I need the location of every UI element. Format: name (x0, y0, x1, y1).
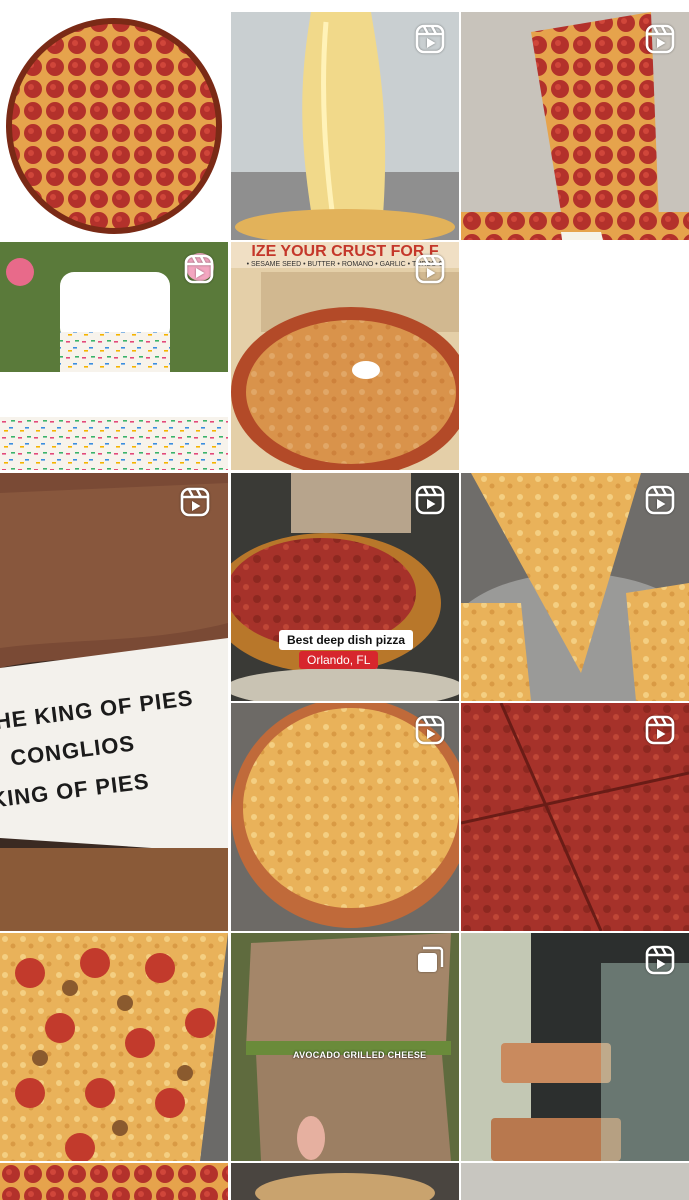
pepperoni-pizza-image (6, 18, 222, 234)
grilled-cheese-caption: AVOCADO GRILLED CHEESE (293, 1050, 427, 1060)
reels-icon (415, 24, 445, 54)
post-pizza-ranch[interactable] (461, 12, 689, 240)
reels-icon (180, 487, 210, 517)
deep-dish-location: Orlando, FL (299, 651, 379, 669)
reels-icon (184, 254, 214, 284)
post-cheese-pizza[interactable] (231, 703, 459, 931)
reels-icon (645, 715, 675, 745)
post-grilled-cheese[interactable]: AVOCADO GRILLED CHEESE (231, 933, 459, 1161)
post-partial-1[interactable] (0, 1163, 228, 1200)
post-sauce-pizza[interactable] (461, 703, 689, 931)
deep-dish-title: Best deep dish pizza (279, 630, 414, 650)
post-deep-dish[interactable]: Best deep dish pizza Orlando, FL (231, 473, 459, 701)
reels-icon (645, 24, 675, 54)
partial-image-3 (461, 1163, 689, 1200)
post-cheese-pull[interactable] (231, 12, 459, 240)
pepperoni-sausage-image (0, 933, 228, 1161)
reels-icon (645, 485, 675, 515)
post-pizza-box[interactable]: IZE YOUR CRUST FOR F • SESAME SEED • BUT… (231, 242, 459, 470)
post-partial-3[interactable] (461, 1163, 689, 1200)
partial-image-2 (231, 1163, 459, 1200)
reels-icon (415, 715, 445, 745)
post-pepperoni-pizza[interactable] (0, 12, 228, 240)
post-pepperoni-sausage[interactable] (0, 933, 228, 1161)
post-partial-2[interactable] (231, 1163, 459, 1200)
post-conglios-crust[interactable]: THE KING OF PIES CONGLIOS KING OF PIES (0, 473, 228, 931)
partial-image-1 (0, 1163, 228, 1200)
post-funfetti-bars[interactable] (0, 242, 228, 470)
profile-post-grid: IZE YOUR CRUST FOR F • SESAME SEED • BUT… (0, 0, 689, 1200)
post-copper-press[interactable] (461, 933, 689, 1161)
reels-icon (415, 485, 445, 515)
post-cheese-slice[interactable] (461, 473, 689, 701)
reels-icon (415, 254, 445, 284)
carousel-icon (415, 945, 445, 975)
reels-icon (645, 945, 675, 975)
